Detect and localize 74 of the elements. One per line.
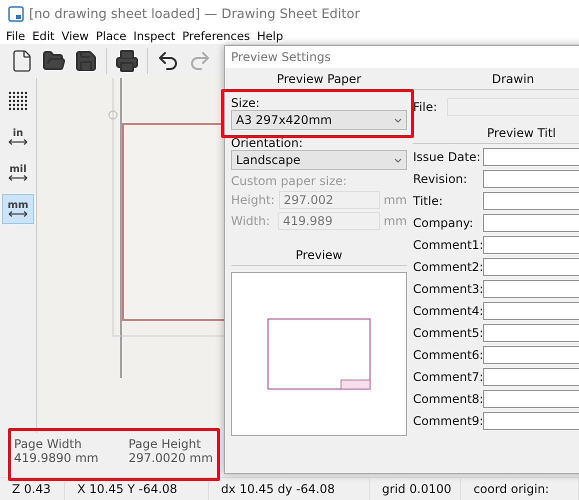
field-label: Issue Date: (413, 150, 482, 164)
input-field[interactable]: 297.002 (278, 191, 380, 209)
input-field[interactable]: 419.989 (278, 212, 380, 230)
dialog-title: Preview Settings (231, 50, 331, 64)
input-field[interactable] (483, 170, 579, 188)
field-label: Comment6: (413, 348, 483, 362)
section-heading: Drawin (413, 72, 579, 90)
input-field[interactable] (483, 192, 579, 210)
field-label: Comment5: (413, 326, 483, 340)
unit-label: mm (384, 214, 407, 228)
input-field[interactable] (483, 324, 579, 342)
unit-button[interactable]: mil (2, 158, 34, 188)
menu-item[interactable]: Place (96, 29, 126, 43)
input-field[interactable] (483, 412, 579, 430)
input-field[interactable] (483, 390, 579, 408)
menu-item[interactable]: Help (256, 29, 284, 43)
open-icon[interactable] (42, 49, 66, 73)
property-value: 419.9890 mm (14, 451, 98, 465)
caret-icon (394, 118, 402, 122)
unit-button[interactable]: in (2, 122, 34, 152)
app-icon (8, 6, 24, 22)
input-field[interactable] (483, 346, 579, 364)
field-label: Company: (413, 216, 474, 230)
property-label: Page Width (14, 437, 83, 451)
input-field[interactable] (483, 236, 579, 254)
input-field[interactable] (483, 368, 579, 386)
field-label: Height: (231, 193, 275, 207)
undo-icon[interactable] (156, 49, 180, 73)
custom-size-label: Custom paper size: (231, 174, 348, 188)
input-field[interactable] (483, 258, 579, 276)
menu-item[interactable]: Inspect (133, 29, 176, 43)
status-text: dx 10.45 dy -64.08 (208, 478, 370, 500)
menu-item[interactable]: View (62, 29, 89, 43)
size-label: Size: (231, 96, 261, 110)
input-field[interactable] (483, 214, 579, 232)
input-field[interactable] (483, 148, 579, 166)
field-label: Comment3: (413, 282, 483, 296)
orientation-dropdown[interactable]: Landscape (231, 150, 407, 170)
status-text: coord origin: (461, 478, 579, 500)
field-label: Comment4: (413, 304, 483, 318)
print-icon[interactable] (115, 49, 139, 73)
property-label: Page Height (128, 437, 202, 451)
window-title: [no drawing sheet loaded] — Drawing Sheet Editor (29, 6, 360, 22)
field-label: Title: (413, 194, 444, 208)
double-arrow-icon (8, 175, 28, 181)
orientation-label: Orientation: (231, 136, 304, 150)
status-text: X 10.45 Y -64.08 (65, 478, 209, 500)
status-text: grid 0.0100 (370, 478, 462, 500)
field-label: Revision: (413, 172, 468, 186)
menu-item[interactable]: File (6, 29, 26, 43)
field-label: Comment9: (413, 414, 483, 428)
save-icon[interactable] (74, 49, 98, 73)
field-label: Comment8: (413, 392, 483, 406)
unit-button[interactable]: mm (2, 194, 34, 224)
field-label: Comment1: (413, 238, 483, 252)
unit-label: mm (384, 193, 407, 207)
double-arrow-icon (8, 211, 28, 217)
input-field[interactable] (483, 302, 579, 320)
section-heading: Preview Paper (231, 72, 407, 90)
field-label: Comment7: (413, 370, 483, 384)
caret-icon (394, 158, 402, 162)
status-text: Z 0.43 (0, 478, 66, 500)
input-field[interactable] (483, 280, 579, 298)
field-label: Comment2: (413, 260, 483, 274)
double-arrow-icon (8, 139, 28, 145)
menu-item[interactable]: Edit (32, 29, 55, 43)
property-value: 297.0020 mm (128, 451, 213, 465)
grid-icon (8, 91, 28, 111)
field-label: Width: (231, 214, 271, 228)
menu-item[interactable]: Preferences (182, 29, 250, 43)
section-heading: Preview (231, 248, 407, 266)
size-dropdown[interactable]: A3 297x420mm (231, 110, 407, 130)
file-label: File: (413, 100, 438, 114)
section-heading: Preview Titl (413, 126, 579, 144)
